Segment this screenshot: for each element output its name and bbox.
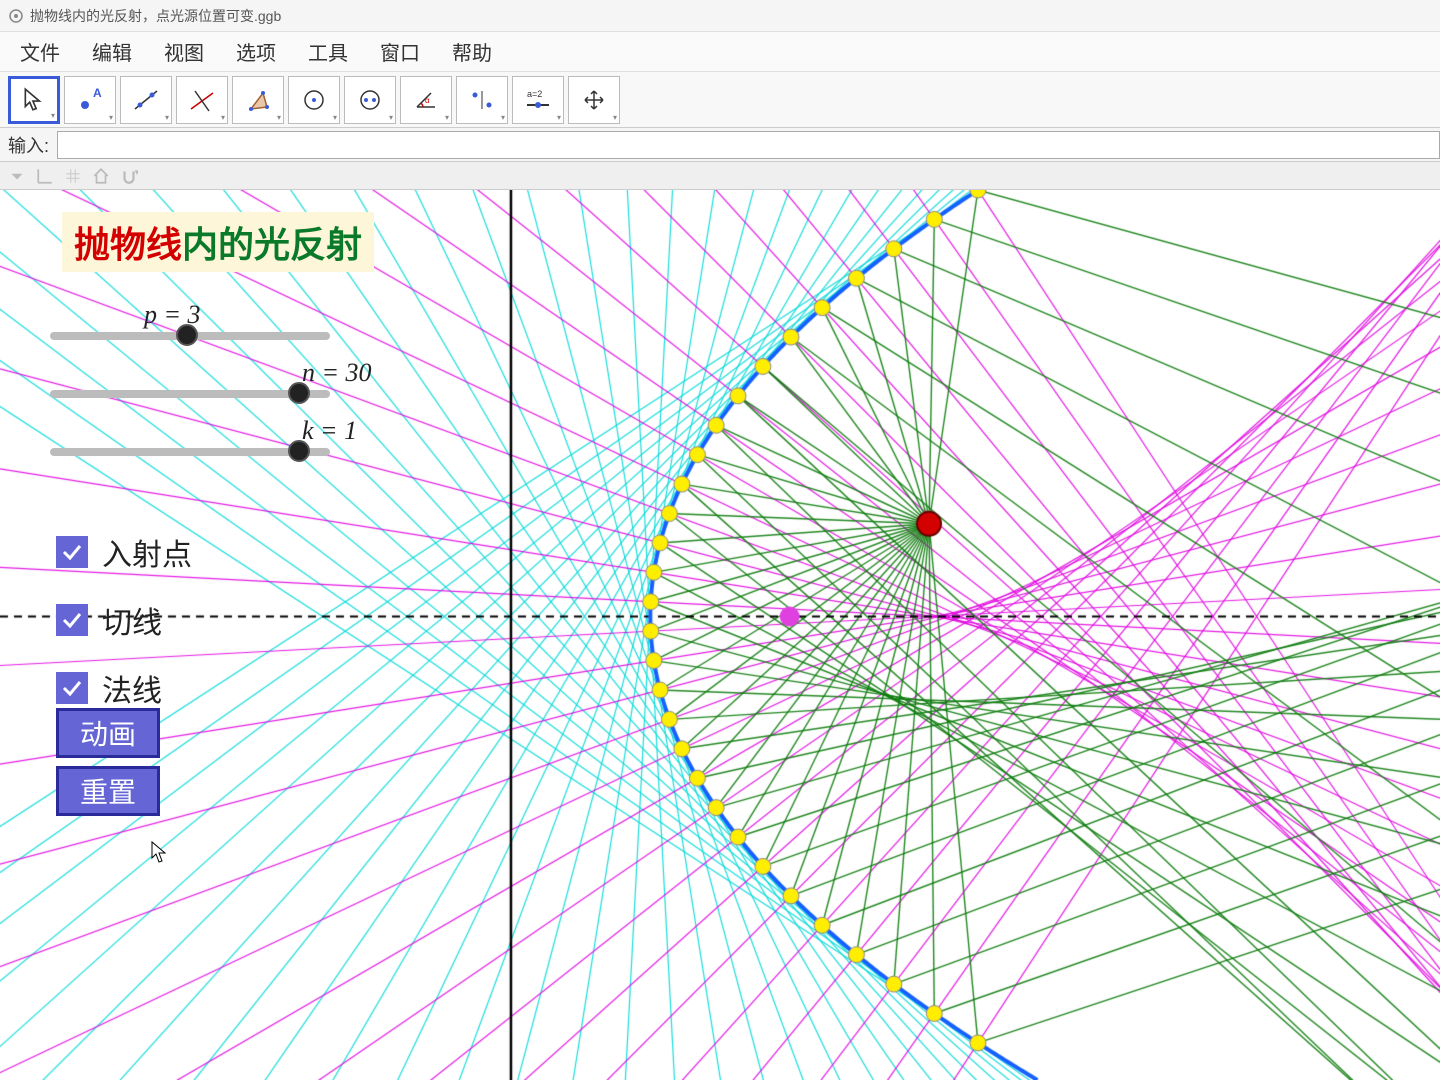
app-icon bbox=[8, 8, 24, 24]
home-icon[interactable] bbox=[92, 167, 110, 185]
tool-slider[interactable]: a=2▾ bbox=[512, 76, 564, 124]
tool-line[interactable]: ▾ bbox=[120, 76, 172, 124]
checkbox-normal[interactable] bbox=[56, 672, 88, 704]
svg-text:α: α bbox=[425, 96, 430, 105]
menubar: 文件 编辑 视图 选项 工具 窗口 帮助 bbox=[0, 32, 1440, 72]
tool-move-view[interactable]: ▾ bbox=[568, 76, 620, 124]
slider-n[interactable]: n = 30 bbox=[50, 358, 410, 398]
mouse-cursor-icon bbox=[150, 840, 170, 864]
slider-k[interactable]: k = 1 bbox=[50, 416, 410, 456]
window-title: 抛物线内的光反射，点光源位置可变.ggb bbox=[30, 6, 281, 26]
tool-polygon[interactable]: ▾ bbox=[232, 76, 284, 124]
view-subbar: ▾ bbox=[0, 162, 1440, 190]
tool-ellipse[interactable]: ▾ bbox=[344, 76, 396, 124]
slider-p[interactable]: p = 3 bbox=[50, 300, 410, 340]
slider-n-thumb[interactable] bbox=[288, 382, 310, 404]
checkbox-normal-label: 法线 bbox=[102, 666, 162, 710]
checkbox-incident[interactable] bbox=[56, 536, 88, 568]
menu-file[interactable]: 文件 bbox=[6, 33, 74, 70]
input-label: 输入: bbox=[0, 132, 57, 158]
slider-n-label: n = 30 bbox=[302, 358, 410, 388]
menu-window[interactable]: 窗口 bbox=[366, 33, 434, 70]
checkbox-tangent[interactable] bbox=[56, 604, 88, 636]
tool-perpendicular[interactable]: ▾ bbox=[176, 76, 228, 124]
window-titlebar: 抛物线内的光反射，点光源位置可变.ggb bbox=[0, 0, 1440, 32]
svg-text:a=2: a=2 bbox=[527, 89, 542, 99]
checkboxes: 入射点 切线 法线 bbox=[56, 530, 192, 734]
tool-point[interactable]: A▾ bbox=[64, 76, 116, 124]
checkbox-tangent-label: 切线 bbox=[102, 598, 162, 642]
animate-button[interactable]: 动画 bbox=[56, 708, 160, 758]
menu-help[interactable]: 帮助 bbox=[438, 33, 506, 70]
slider-k-label: k = 1 bbox=[302, 416, 410, 446]
svg-text:A: A bbox=[93, 87, 102, 100]
reset-button[interactable]: 重置 bbox=[56, 766, 160, 816]
chevron-down-icon[interactable] bbox=[8, 167, 26, 185]
menu-edit[interactable]: 编辑 bbox=[78, 33, 146, 70]
checkbox-incident-label: 入射点 bbox=[102, 530, 192, 574]
title-part-2: 内的光反射 bbox=[182, 224, 362, 265]
tool-reflect[interactable]: ▾ bbox=[456, 76, 508, 124]
slider-p-thumb[interactable] bbox=[176, 324, 198, 346]
input-bar: 输入: bbox=[0, 128, 1440, 162]
input-field[interactable] bbox=[57, 131, 1440, 159]
axes-icon[interactable] bbox=[36, 167, 54, 185]
graph-title: 抛物线内的光反射 bbox=[62, 212, 374, 272]
tool-move[interactable]: ▾ bbox=[8, 76, 60, 124]
title-part-1: 抛物线 bbox=[74, 224, 182, 265]
menu-options[interactable]: 选项 bbox=[222, 33, 290, 70]
tool-circle[interactable]: ▾ bbox=[288, 76, 340, 124]
menu-tools[interactable]: 工具 bbox=[294, 33, 362, 70]
slider-k-thumb[interactable] bbox=[288, 440, 310, 462]
graphics-view[interactable]: 抛物线内的光反射 p = 3 n = 30 k = 1 入射点 切线 法线 bbox=[0, 190, 1440, 1080]
grid-icon[interactable] bbox=[64, 167, 82, 185]
toolbar: ▾ A▾ ▾ ▾ ▾ ▾ ▾ α▾ ▾ a=2▾ ▾ bbox=[0, 72, 1440, 128]
svg-text:▾: ▾ bbox=[135, 167, 138, 177]
tool-angle[interactable]: α▾ bbox=[400, 76, 452, 124]
action-buttons: 动画 重置 bbox=[56, 708, 160, 824]
menu-view[interactable]: 视图 bbox=[150, 33, 218, 70]
snap-icon[interactable]: ▾ bbox=[120, 167, 138, 185]
sliders: p = 3 n = 30 k = 1 bbox=[50, 300, 410, 474]
